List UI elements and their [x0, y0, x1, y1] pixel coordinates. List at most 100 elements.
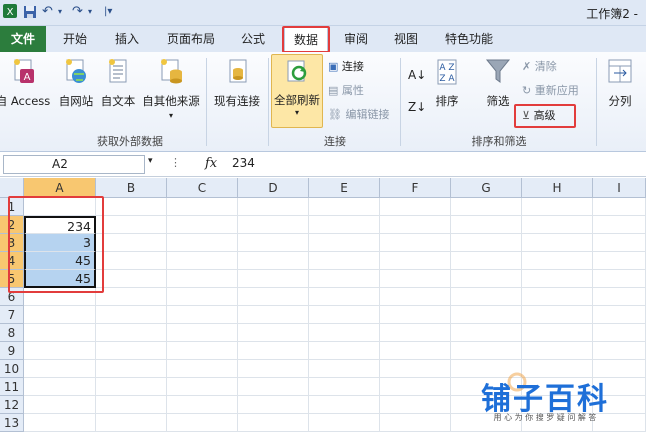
tab-insert[interactable]: 插入	[104, 26, 150, 52]
properties-button[interactable]: ▤ 属性	[328, 82, 364, 100]
sort-desc-button[interactable]: Z↓	[408, 98, 426, 116]
clear-button[interactable]: ✗ 清除	[522, 58, 557, 76]
cell-c1[interactable]	[167, 198, 238, 216]
cell-e10[interactable]	[309, 360, 380, 378]
cell-c12[interactable]	[167, 396, 238, 414]
reapply-button[interactable]: ↻ 重新应用	[522, 82, 579, 100]
cell-e5[interactable]	[309, 270, 380, 288]
cell-b12[interactable]	[96, 396, 167, 414]
tab-review[interactable]: 审阅	[334, 26, 378, 52]
column-header-f[interactable]: F	[380, 178, 451, 198]
cell-e7[interactable]	[309, 306, 380, 324]
cell-f1[interactable]	[380, 198, 451, 216]
cell-b3[interactable]	[96, 234, 167, 252]
cell-g4[interactable]	[451, 252, 522, 270]
cell-c9[interactable]	[167, 342, 238, 360]
cell-h4[interactable]	[522, 252, 593, 270]
cell-h3[interactable]	[522, 234, 593, 252]
tab-view[interactable]: 视图	[384, 26, 428, 52]
cell-g9[interactable]	[451, 342, 522, 360]
tab-file[interactable]: 文件	[0, 26, 46, 52]
cell-a8[interactable]	[24, 324, 96, 342]
cell-d6[interactable]	[238, 288, 309, 306]
cell-b11[interactable]	[96, 378, 167, 396]
column-header-i[interactable]: I	[593, 178, 646, 198]
cell-b9[interactable]	[96, 342, 167, 360]
tab-home[interactable]: 开始	[52, 26, 98, 52]
cell-c13[interactable]	[167, 414, 238, 432]
cell-d12[interactable]	[238, 396, 309, 414]
cell-c3[interactable]	[167, 234, 238, 252]
cell-c11[interactable]	[167, 378, 238, 396]
cell-i2[interactable]	[593, 216, 646, 234]
cell-a12[interactable]	[24, 396, 96, 414]
cell-b8[interactable]	[96, 324, 167, 342]
select-all-corner[interactable]	[0, 178, 24, 198]
cell-c2[interactable]	[167, 216, 238, 234]
cell-a10[interactable]	[24, 360, 96, 378]
cell-g7[interactable]	[451, 306, 522, 324]
cell-b1[interactable]	[96, 198, 167, 216]
row-header[interactable]: 12	[0, 396, 24, 414]
cell-i6[interactable]	[593, 288, 646, 306]
undo-dropdown-icon[interactable]: ▾	[58, 4, 62, 20]
row-header[interactable]: 10	[0, 360, 24, 378]
row-header[interactable]: 9	[0, 342, 24, 360]
row-header[interactable]: 8	[0, 324, 24, 342]
cell-f11[interactable]	[380, 378, 451, 396]
tab-page-layout[interactable]: 页面布局	[158, 26, 224, 52]
cell-f6[interactable]	[380, 288, 451, 306]
cell-b13[interactable]	[96, 414, 167, 432]
cell-c6[interactable]	[167, 288, 238, 306]
cell-h6[interactable]	[522, 288, 593, 306]
cell-c10[interactable]	[167, 360, 238, 378]
tab-formulas[interactable]: 公式	[230, 26, 276, 52]
cell-h8[interactable]	[522, 324, 593, 342]
connections-button[interactable]: ▣ 连接	[328, 58, 364, 76]
cell-c8[interactable]	[167, 324, 238, 342]
cell-d11[interactable]	[238, 378, 309, 396]
cell-f4[interactable]	[380, 252, 451, 270]
insert-function-icon[interactable]: fx	[205, 156, 217, 171]
cell-f5[interactable]	[380, 270, 451, 288]
cell-a13[interactable]	[24, 414, 96, 432]
cell-g1[interactable]	[451, 198, 522, 216]
cell-b2[interactable]	[96, 216, 167, 234]
sort-asc-button[interactable]: A↓	[408, 66, 426, 84]
refresh-dropdown-icon[interactable]: ▾	[272, 108, 322, 117]
cell-h2[interactable]	[522, 216, 593, 234]
column-header-a[interactable]: A	[24, 178, 96, 198]
tab-features[interactable]: 特色功能	[436, 26, 502, 52]
cell-h9[interactable]	[522, 342, 593, 360]
cell-f8[interactable]	[380, 324, 451, 342]
cell-f13[interactable]	[380, 414, 451, 432]
redo-icon[interactable]: ↷	[72, 4, 83, 20]
cell-e8[interactable]	[309, 324, 380, 342]
column-header-c[interactable]: C	[167, 178, 238, 198]
cell-b7[interactable]	[96, 306, 167, 324]
name-box-dropdown-icon[interactable]: ▾	[148, 156, 153, 166]
cell-f7[interactable]	[380, 306, 451, 324]
cell-f10[interactable]	[380, 360, 451, 378]
column-header-b[interactable]: B	[96, 178, 167, 198]
cell-g6[interactable]	[451, 288, 522, 306]
from-other-sources-button[interactable]: 自其他来源 ▾	[140, 56, 202, 120]
cell-e13[interactable]	[309, 414, 380, 432]
from-web-button[interactable]: 自网站	[56, 56, 96, 109]
cell-d8[interactable]	[238, 324, 309, 342]
formula-bar-resize-icon[interactable]: ⋮	[170, 156, 181, 169]
cell-i5[interactable]	[593, 270, 646, 288]
cell-h5[interactable]	[522, 270, 593, 288]
cell-e1[interactable]	[309, 198, 380, 216]
row-header[interactable]: 11	[0, 378, 24, 396]
cell-b4[interactable]	[96, 252, 167, 270]
formula-input[interactable]: 234	[232, 156, 255, 170]
cell-a11[interactable]	[24, 378, 96, 396]
cell-e4[interactable]	[309, 252, 380, 270]
from-text-button[interactable]: 自文本	[98, 56, 138, 109]
cell-g5[interactable]	[451, 270, 522, 288]
redo-dropdown-icon[interactable]: ▾	[88, 4, 92, 20]
refresh-all-button[interactable]: 全部刷新 ▾	[271, 54, 323, 128]
cell-h7[interactable]	[522, 306, 593, 324]
cell-i3[interactable]	[593, 234, 646, 252]
